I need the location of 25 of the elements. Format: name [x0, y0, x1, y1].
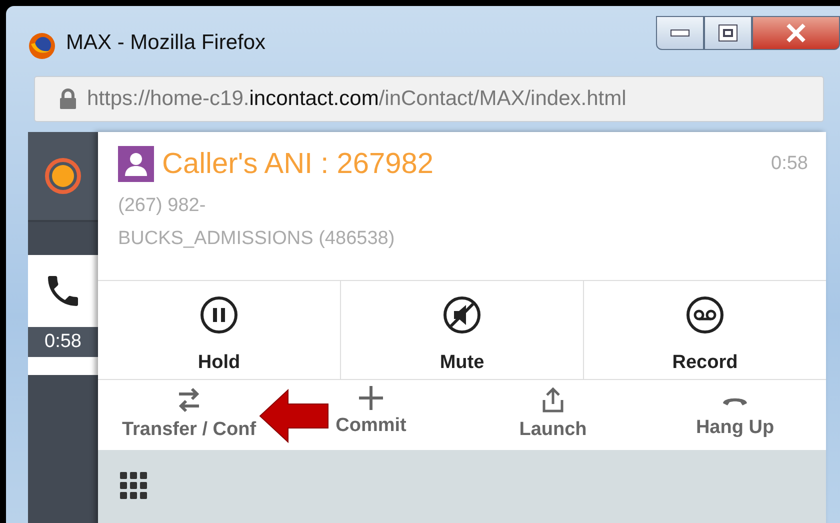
pause-icon	[199, 295, 239, 335]
close-icon	[785, 23, 807, 43]
address-bar[interactable]: https://home-c19.incontact.com/inContact/MAX/index.html	[34, 76, 824, 122]
voicemail-icon	[685, 295, 725, 335]
lock-icon	[59, 88, 77, 110]
maximize-button[interactable]	[704, 16, 752, 50]
maximize-icon	[718, 24, 738, 42]
minimize-button[interactable]	[656, 16, 704, 50]
url-text: https://home-c19.incontact.com/inContact/MAX/index.html	[87, 86, 626, 112]
keypad-icon[interactable]	[120, 472, 148, 500]
hold-button[interactable]: Hold	[98, 281, 341, 379]
skill-name: BUCKS_ADMISSIONS (486538)	[118, 229, 396, 248]
window-title: MAX - Mozilla Firefox	[66, 32, 266, 53]
browser-logo-icon	[28, 32, 56, 60]
minimize-icon	[670, 29, 690, 37]
elapsed-time: 0:58	[771, 152, 808, 176]
mute-icon	[442, 295, 482, 335]
caller-title: Caller's ANI : 267982	[162, 150, 434, 178]
call-timer: 0:58	[28, 327, 98, 357]
contact-icon	[118, 146, 154, 182]
pointer-arrow	[258, 388, 330, 444]
status-icon[interactable]	[43, 156, 83, 196]
close-button[interactable]	[752, 16, 840, 50]
phone-number: (267) 982-	[118, 196, 207, 215]
plus-icon	[358, 386, 383, 410]
